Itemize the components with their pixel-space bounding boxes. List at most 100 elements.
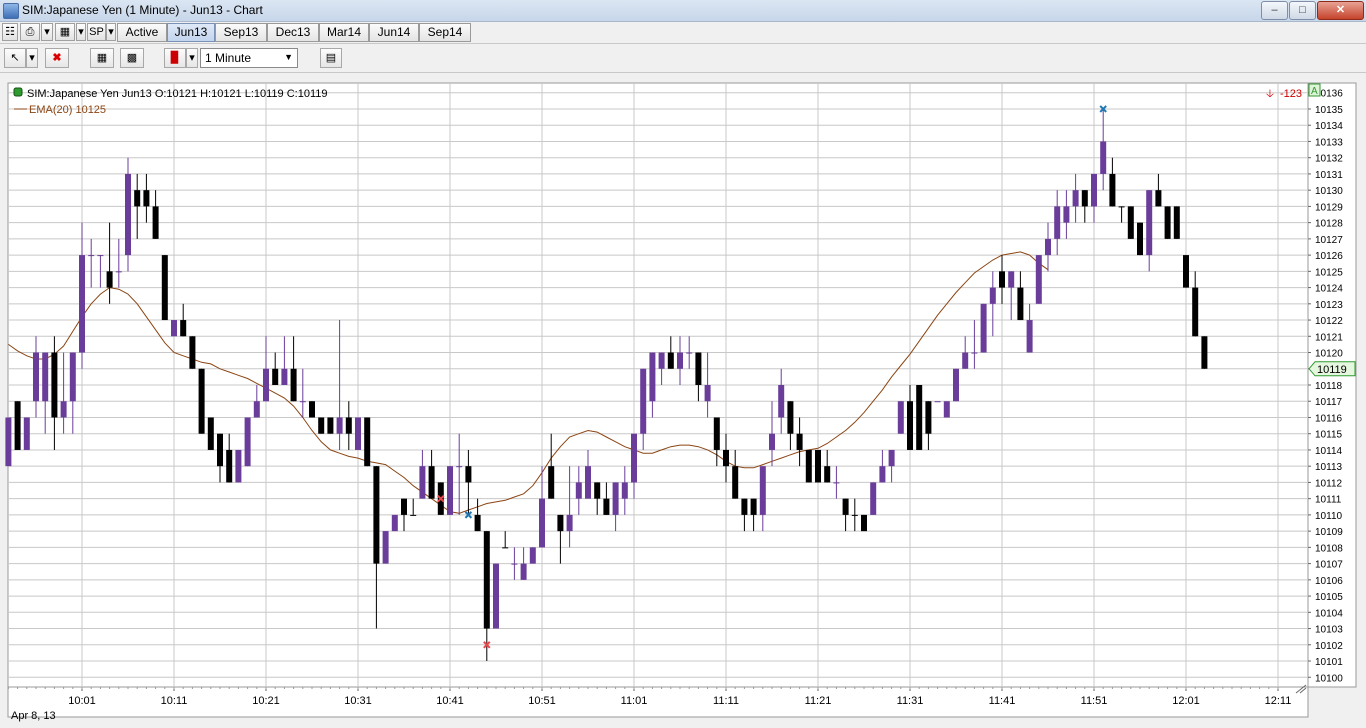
y-tick-label: 10101 <box>1315 657 1343 668</box>
candle-body <box>1183 255 1189 288</box>
candle-body <box>327 417 334 434</box>
bar-type-dropdown-icon[interactable]: ▾ <box>186 48 198 68</box>
candle-body <box>318 417 325 434</box>
y-tick-label: 10113 <box>1315 462 1343 473</box>
chart-header: SIM:Japanese Yen Jun13 O:10121 H:10121 L… <box>27 88 328 100</box>
candle-body <box>999 271 1005 288</box>
candle-body <box>732 466 739 499</box>
x-tick-label: 10:21 <box>252 695 280 707</box>
candle-body <box>299 401 306 403</box>
interval-select[interactable]: 1 Minute ▼ <box>200 48 298 68</box>
print-icon[interactable]: ⎙ <box>20 23 40 41</box>
candle-body <box>456 466 463 468</box>
y-tick-label: 10114 <box>1315 446 1343 457</box>
ema-legend-label: EMA(20) 10125 <box>29 104 106 116</box>
chart-panel[interactable]: 10100 10101 10102 10103 10104 10105 10106 10107… <box>0 73 1366 728</box>
tab-mar14[interactable]: Mar14 <box>319 23 369 42</box>
remove-drawings-icon[interactable]: ✖ <box>45 48 69 68</box>
candle-body <box>336 417 343 434</box>
tab-sep13[interactable]: Sep13 <box>215 23 267 42</box>
sp-button[interactable]: SP <box>87 23 106 41</box>
last-price-label: 10119 <box>1317 364 1347 376</box>
print-dropdown-icon[interactable]: ▾ <box>41 23 53 41</box>
x-tick-label: 10:31 <box>344 695 372 707</box>
instrument-toolbar: ☷ ⎙ ▾ ▦ ▾ SP ▾ Active Jun13 Sep13 Dec13 Mar1… <box>0 22 1366 44</box>
candle-body <box>253 401 260 418</box>
x-tick-label: 11:11 <box>713 695 739 707</box>
tab-sep14[interactable]: Sep14 <box>419 23 471 42</box>
candle-body <box>60 401 67 418</box>
candle-body <box>373 466 380 564</box>
candle-body <box>879 466 886 483</box>
candle-body <box>566 514 573 532</box>
candle-body <box>750 498 757 515</box>
candle-body <box>428 466 435 499</box>
candle-body <box>971 352 978 354</box>
tab-active[interactable]: Active <box>117 23 167 42</box>
candle-body <box>309 401 315 418</box>
x-tick-label: 11:21 <box>805 695 832 707</box>
candle-body <box>1137 222 1143 256</box>
bar-type-icon[interactable]: ▉ <box>164 48 186 68</box>
x-tick-label: 11:51 <box>1081 695 1108 707</box>
window-titlebar: SIM:Japanese Yen (1 Minute) - Jun13 - Ch… <box>0 0 1366 22</box>
x-tick-label: 11:31 <box>897 695 924 707</box>
instrument-icon[interactable]: ▦ <box>55 23 75 41</box>
candle-body <box>419 466 426 499</box>
x-tick-label: 10:01 <box>68 695 96 707</box>
instrument-dropdown-icon[interactable]: ▾ <box>76 23 86 41</box>
candle-body <box>934 401 941 403</box>
tab-dec13[interactable]: Dec13 <box>267 23 319 42</box>
candle-body <box>14 401 21 450</box>
date-label: Apr 8, 13 <box>11 710 56 722</box>
new-chart-icon[interactable]: ☷ <box>2 23 18 41</box>
candle-body <box>907 401 913 450</box>
tab-jun14[interactable]: Jun14 <box>369 23 419 42</box>
candle-body <box>1081 190 1088 207</box>
candle-body <box>493 563 499 629</box>
y-tick-label: 10134 <box>1315 121 1343 132</box>
y-tick-label: 10100 <box>1315 673 1343 684</box>
candle-body <box>943 401 950 418</box>
instrument-properties-icon[interactable]: ▦ <box>90 48 114 68</box>
candle-body <box>713 417 720 450</box>
candle-body <box>1063 206 1070 223</box>
y-tick-label: 10106 <box>1315 576 1343 587</box>
candle-body <box>851 514 858 516</box>
candle-body <box>658 352 665 369</box>
minimize-button[interactable]: – <box>1261 1 1288 20</box>
candle-body <box>410 514 417 516</box>
x-tick-label: 12:01 <box>1172 695 1200 707</box>
price-chart[interactable]: 10100 10101 10102 10103 10104 10105 10106 10107… <box>0 73 1366 728</box>
sp-dropdown-icon[interactable]: ▾ <box>106 23 116 41</box>
x-tick-label: 12:11 <box>1265 695 1292 707</box>
candle-body <box>198 368 205 434</box>
x-tick-label: 11:41 <box>989 695 1016 707</box>
y-tick-label: 10120 <box>1315 349 1343 360</box>
close-window-button[interactable]: ✕ <box>1317 1 1364 20</box>
pointer-dropdown-icon[interactable]: ▾ <box>26 48 38 68</box>
candle-body <box>897 401 904 434</box>
candle-body <box>640 368 647 434</box>
candle-body <box>134 190 141 207</box>
candle-body <box>382 531 389 564</box>
y-tick-label: 10112 <box>1315 478 1343 489</box>
candle-body <box>1054 206 1061 239</box>
candle-body <box>870 482 877 515</box>
candle-body <box>1164 206 1171 239</box>
indicators-icon[interactable]: ▩ <box>120 48 144 68</box>
candle-body <box>152 206 159 239</box>
candle-body <box>69 352 76 402</box>
maximize-button[interactable]: □ <box>1289 1 1316 20</box>
pointer-icon[interactable]: ↖ <box>4 48 26 68</box>
candle-body <box>1026 320 1033 353</box>
data-box-icon[interactable]: ▤ <box>320 48 342 68</box>
candle-body <box>989 287 996 304</box>
y-tick-label: 10122 <box>1315 316 1343 327</box>
y-tick-label: 10109 <box>1315 527 1343 538</box>
y-tick-label: 10132 <box>1315 154 1343 165</box>
candle-body <box>355 417 361 450</box>
candle-body <box>1072 190 1079 207</box>
candle-body <box>272 368 279 385</box>
tab-jun13[interactable]: Jun13 <box>167 23 215 42</box>
